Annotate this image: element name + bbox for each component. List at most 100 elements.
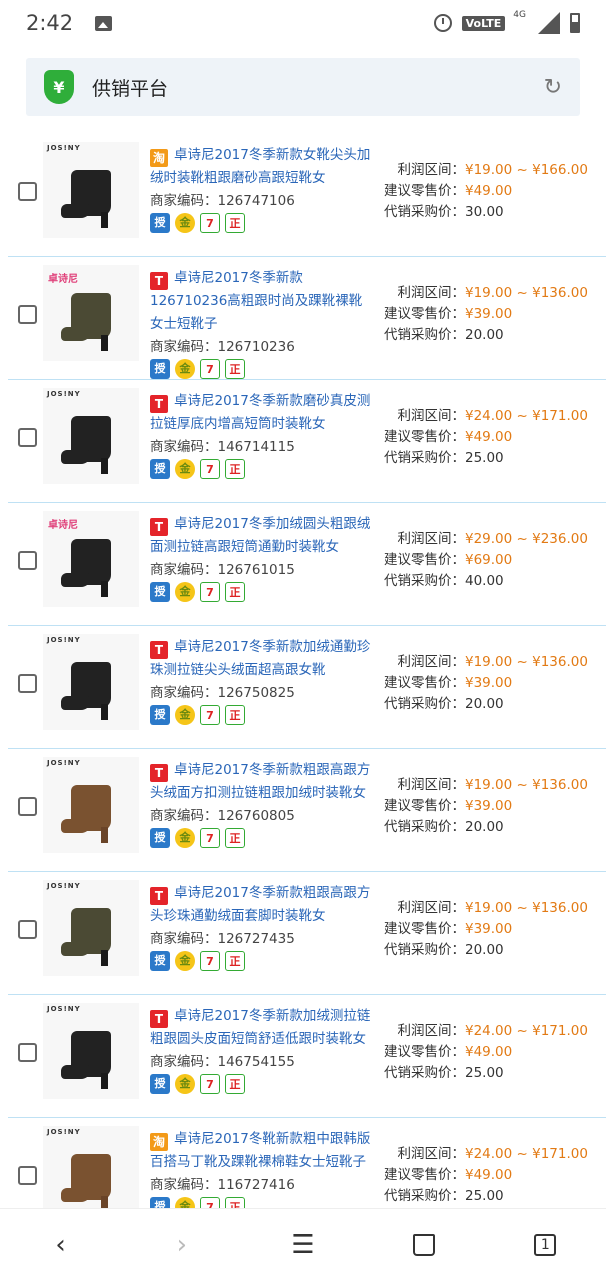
seven-day-return-icon: 7 xyxy=(200,828,220,848)
product-row[interactable]: JOS!NY 淘卓诗尼2017冬季新款女靴尖头加绒时装靴粗跟磨砂高跟短靴女 商家… xyxy=(8,134,606,257)
product-title[interactable]: 卓诗尼2017冬季新款女靴尖头加绒时装靴粗跟磨砂高跟短靴女 xyxy=(150,147,370,186)
product-title-block[interactable]: T 卓诗尼2017冬季新款粗跟高跟方头绒面方扣测拉链粗跟加绒时装靴女 xyxy=(150,759,372,805)
product-row[interactable]: JOS!NY T 卓诗尼2017冬季新款粗跟高跟方头珍珠通勤绒面套脚时装靴女 商家… xyxy=(8,872,606,995)
product-title[interactable]: 卓诗尼2017冬季新款粗跟高跟方头绒面方扣测拉链粗跟加绒时装靴女 xyxy=(150,762,370,801)
product-thumbnail[interactable]: 卓诗尼 xyxy=(43,265,139,361)
product-title-block[interactable]: T 卓诗尼2017冬季新款加绒通勤珍珠测拉链尖头绒面超高跟女靴 xyxy=(150,636,372,682)
retail-line: 建议零售价：¥49.00 xyxy=(375,427,606,448)
select-checkbox[interactable] xyxy=(18,1166,37,1185)
product-title-block[interactable]: T 卓诗尼2017冬季加绒圆头粗跟绒面测拉链高跟短筒通勤时装靴女 xyxy=(150,513,372,559)
brand-logo: 卓诗尼 xyxy=(48,274,78,285)
product-thumbnail[interactable]: JOS!NY xyxy=(43,1003,139,1099)
gold-seller-icon: 金 xyxy=(175,582,195,602)
brand-logo: 卓诗尼 xyxy=(48,520,78,531)
purchase-label: 代销采购价： xyxy=(384,1065,465,1081)
badge-row: 授 金 7 正 xyxy=(150,459,372,479)
profit-range: ¥24.00 ~ ¥171.00 xyxy=(465,1146,588,1162)
select-checkbox[interactable] xyxy=(18,182,37,201)
retail-line: 建议零售价：¥49.00 xyxy=(375,181,606,202)
authorized-icon: 授 xyxy=(150,213,170,233)
product-title[interactable]: 卓诗尼2017冬季新款加绒测拉链粗跟圆头皮面短筒舒适低跟时装靴女 xyxy=(150,1008,370,1047)
product-thumbnail[interactable]: JOS!NY xyxy=(43,142,139,238)
product-title[interactable]: 卓诗尼2017冬靴新款粗中跟韩版百搭马丁靴及踝靴裸棉鞋女士短靴子 xyxy=(150,1131,370,1170)
product-title-block[interactable]: T 卓诗尼2017冬季新款126710236高粗跟时尚及踝靴裸靴女士短靴子 xyxy=(150,267,372,336)
price-block: 利润区间：¥19.00 ~ ¥136.00 建议零售价：¥39.00 代销采购价… xyxy=(375,283,606,346)
select-checkbox[interactable] xyxy=(18,305,37,324)
product-title-block[interactable]: T 卓诗尼2017冬季新款磨砂真皮测拉链厚底内增高短筒时装靴女 xyxy=(150,390,372,436)
product-title[interactable]: 卓诗尼2017冬季加绒圆头粗跟绒面测拉链高跟短筒通勤时装靴女 xyxy=(150,516,370,555)
product-title-block[interactable]: 淘卓诗尼2017冬靴新款粗中跟韩版百搭马丁靴及踝靴裸棉鞋女士短靴子 xyxy=(150,1128,372,1174)
purchase-label: 代销采购价： xyxy=(384,1188,465,1204)
boot-toe xyxy=(61,204,91,218)
product-thumbnail[interactable]: JOS!NY xyxy=(43,880,139,976)
product-title[interactable]: 卓诗尼2017冬季新款磨砂真皮测拉链厚底内增高短筒时装靴女 xyxy=(150,393,370,432)
profit-line: 利润区间：¥24.00 ~ ¥171.00 xyxy=(375,1021,606,1042)
select-checkbox[interactable] xyxy=(18,1043,37,1062)
product-thumbnail[interactable]: JOS!NY xyxy=(43,634,139,730)
product-title[interactable]: 卓诗尼2017冬季新款126710236高粗跟时尚及踝靴裸靴女士短靴子 xyxy=(150,270,362,332)
merchant-code: 商家编码：126760805 xyxy=(150,808,295,824)
back-button[interactable]: ‹ xyxy=(41,1225,81,1265)
purchase-line: 代销采购价：25.00 xyxy=(375,448,606,469)
select-checkbox[interactable] xyxy=(18,674,37,693)
product-title-block[interactable]: T 卓诗尼2017冬季新款加绒测拉链粗跟圆头皮面短筒舒适低跟时装靴女 xyxy=(150,1005,372,1051)
price-block: 利润区间：¥24.00 ~ ¥171.00 建议零售价：¥49.00 代销采购价… xyxy=(375,1021,606,1084)
bottom-nav: ‹ › ☰ 1 xyxy=(0,1208,606,1280)
tabs-button[interactable]: 1 xyxy=(525,1225,565,1265)
price-block: 利润区间：¥19.00 ~ ¥136.00 建议零售价：¥39.00 代销采购价… xyxy=(375,775,606,838)
refresh-icon[interactable]: ↻ xyxy=(544,75,562,100)
product-thumbnail[interactable]: JOS!NY xyxy=(43,388,139,484)
boot-heel xyxy=(101,1073,108,1089)
taobao-icon: 淘 xyxy=(150,149,168,167)
product-row[interactable]: JOS!NY T 卓诗尼2017冬季新款磨砂真皮测拉链厚底内增高短筒时装靴女 商家… xyxy=(8,380,606,503)
purchase-label: 代销采购价： xyxy=(384,696,465,712)
profit-line: 利润区间：¥19.00 ~ ¥136.00 xyxy=(375,775,606,796)
merchant-code: 商家编码：146714115 xyxy=(150,439,295,455)
merchant-code: 商家编码：126727435 xyxy=(150,931,295,947)
gold-seller-icon: 金 xyxy=(175,213,195,233)
home-button[interactable] xyxy=(404,1225,444,1265)
retail-price: ¥49.00 xyxy=(465,1044,513,1060)
purchase-price: 25.00 xyxy=(465,450,504,466)
seven-day-return-icon: 7 xyxy=(200,951,220,971)
product-row[interactable]: JOS!NY T 卓诗尼2017冬季新款加绒测拉链粗跟圆头皮面短筒舒适低跟时装靴女… xyxy=(8,995,606,1118)
price-block: 利润区间：¥19.00 ~ ¥136.00 建议零售价：¥39.00 代销采购价… xyxy=(375,898,606,961)
retail-label: 建议零售价： xyxy=(384,1167,465,1183)
forward-button[interactable]: › xyxy=(162,1225,202,1265)
authorized-icon: 授 xyxy=(150,359,170,379)
purchase-label: 代销采购价： xyxy=(384,204,465,220)
product-list: JOS!NY 淘卓诗尼2017冬季新款女靴尖头加绒时装靴粗跟磨砂高跟短靴女 商家… xyxy=(8,134,606,1241)
product-thumbnail[interactable]: JOS!NY xyxy=(43,757,139,853)
select-checkbox[interactable] xyxy=(18,551,37,570)
purchase-price: 20.00 xyxy=(465,819,504,835)
select-checkbox[interactable] xyxy=(18,797,37,816)
alarm-icon xyxy=(433,14,452,32)
menu-button[interactable]: ☰ xyxy=(283,1225,323,1265)
brand-logo: JOS!NY xyxy=(47,882,81,890)
product-row[interactable]: 卓诗尼 T 卓诗尼2017冬季加绒圆头粗跟绒面测拉链高跟短筒通勤时装靴女 商家编码… xyxy=(8,503,606,626)
retail-label: 建议零售价： xyxy=(384,552,465,568)
product-title-block[interactable]: 淘卓诗尼2017冬季新款女靴尖头加绒时装靴粗跟磨砂高跟短靴女 xyxy=(150,144,372,190)
purchase-line: 代销采购价：20.00 xyxy=(375,817,606,838)
home-icon xyxy=(413,1233,436,1256)
product-row[interactable]: JOS!NY T 卓诗尼2017冬季新款粗跟高跟方头绒面方扣测拉链粗跟加绒时装靴女… xyxy=(8,749,606,872)
product-row[interactable]: 卓诗尼 T 卓诗尼2017冬季新款126710236高粗跟时尚及踝靴裸靴女士短靴子… xyxy=(8,257,606,380)
select-checkbox[interactable] xyxy=(18,428,37,447)
product-title-block[interactable]: T 卓诗尼2017冬季新款粗跟高跟方头珍珠通勤绒面套脚时装靴女 xyxy=(150,882,372,928)
retail-line: 建议零售价：¥39.00 xyxy=(375,304,606,325)
product-thumbnail[interactable]: 卓诗尼 xyxy=(43,511,139,607)
taobao-icon: 淘 xyxy=(150,1133,168,1151)
purchase-price: 20.00 xyxy=(465,942,504,958)
price-block: 利润区间：¥24.00 ~ ¥171.00 建议零售价：¥49.00 代销采购价… xyxy=(375,1144,606,1207)
gold-seller-icon: 金 xyxy=(175,1074,195,1094)
purchase-label: 代销采购价： xyxy=(384,573,465,589)
gold-seller-icon: 金 xyxy=(175,951,195,971)
product-row[interactable]: JOS!NY T 卓诗尼2017冬季新款加绒通勤珍珠测拉链尖头绒面超高跟女靴 商家… xyxy=(8,626,606,749)
boot-toe xyxy=(61,696,91,710)
product-title[interactable]: 卓诗尼2017冬季新款加绒通勤珍珠测拉链尖头绒面超高跟女靴 xyxy=(150,639,370,678)
brand-logo: JOS!NY xyxy=(47,1005,81,1013)
purchase-line: 代销采购价：25.00 xyxy=(375,1063,606,1084)
product-title[interactable]: 卓诗尼2017冬季新款粗跟高跟方头珍珠通勤绒面套脚时装靴女 xyxy=(150,885,370,924)
badge-row: 授 金 7 正 xyxy=(150,582,372,602)
select-checkbox[interactable] xyxy=(18,920,37,939)
